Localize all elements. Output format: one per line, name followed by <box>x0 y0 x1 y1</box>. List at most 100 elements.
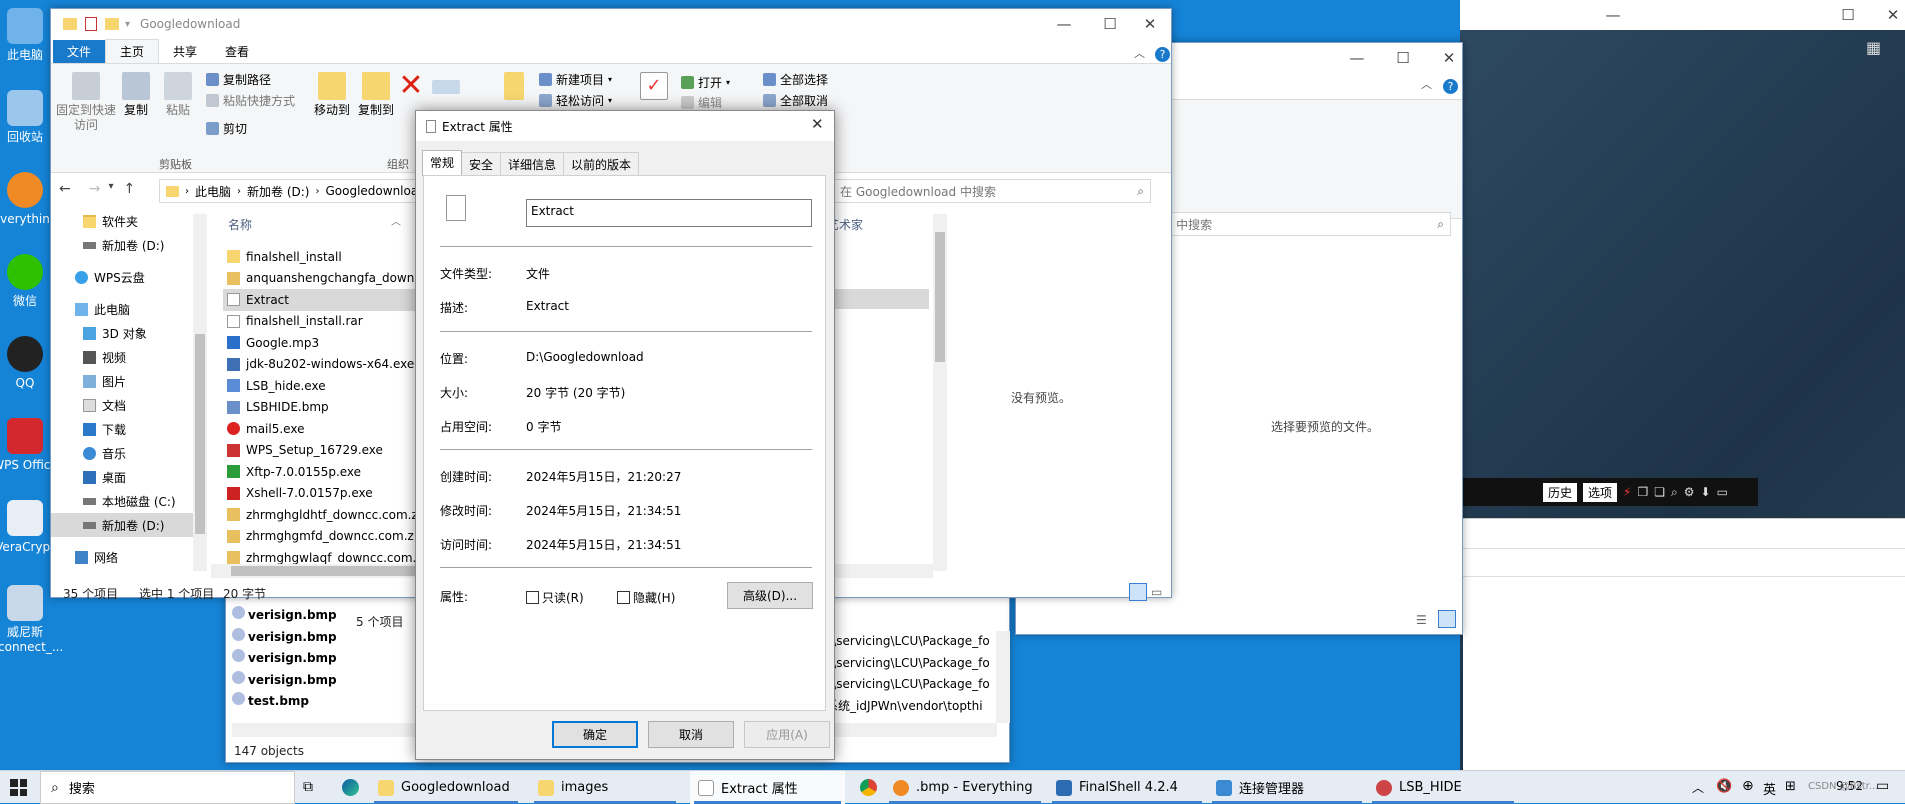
edit-button[interactable]: 编辑 <box>681 94 722 111</box>
up-arrow-icon[interactable]: ↑ <box>124 181 136 197</box>
breadcrumb-this-pc[interactable]: 此电脑 <box>195 183 231 200</box>
grid-view-icon[interactable]: ▦ <box>1866 38 1881 57</box>
tab-home[interactable]: 主页 <box>105 39 160 63</box>
properties-icon[interactable] <box>85 17 97 31</box>
taskbar-item-connection-manager[interactable]: 连接管理器 <box>1208 771 1366 804</box>
ok-button[interactable]: 确定 <box>552 721 638 748</box>
nav-item-music[interactable]: 音乐 <box>51 441 206 465</box>
globe-icon[interactable]: ⊕ <box>1742 778 1754 794</box>
list-item[interactable]: verisign.bmp <box>232 670 337 692</box>
nav-item-software[interactable]: 软件夹 <box>51 209 206 233</box>
window-icon[interactable]: ▭ <box>1717 485 1728 499</box>
list-item[interactable]: verisign.bmp <box>232 605 337 627</box>
taskbar-item-googledownload[interactable]: Googledownload <box>370 771 522 804</box>
paste-button[interactable]: 粘贴 <box>155 72 201 118</box>
download-icon[interactable]: ⬇ <box>1701 485 1711 499</box>
details-view-icon[interactable]: ☰ <box>1416 613 1427 627</box>
hidden-checkbox[interactable]: 隐藏(H) <box>617 589 675 606</box>
nav-item-drive-d[interactable]: 新加卷 (D:) <box>51 233 206 257</box>
new-folder-icon[interactable] <box>105 18 119 30</box>
breadcrumb-drive-d[interactable]: 新加卷 (D:) <box>247 183 309 200</box>
details-view-icon[interactable] <box>1129 583 1147 601</box>
nav-item-downloads[interactable]: 下载 <box>51 417 206 441</box>
close-button[interactable]: ✕ <box>811 115 824 133</box>
nav-item-this-pc[interactable]: 此电脑 <box>51 297 206 321</box>
minimize-button[interactable]: — <box>1590 0 1636 30</box>
nav-item-pictures[interactable]: 图片 <box>51 369 206 393</box>
copy-to-button[interactable]: 复制到 <box>353 72 399 118</box>
advanced-button[interactable]: 高级(D)... <box>727 582 813 609</box>
input-language[interactable]: 英 <box>1763 779 1776 798</box>
select-all-button[interactable]: 全部选择 <box>763 71 828 88</box>
chevron-up-icon[interactable]: ︿ <box>1421 76 1432 92</box>
nav-item-documents[interactable]: 文档 <box>51 393 206 417</box>
gear-icon[interactable]: ⚙ <box>1684 485 1695 499</box>
select-none-button[interactable]: 全部取消 <box>763 92 828 109</box>
edge-icon[interactable] <box>342 779 359 796</box>
file-list-v-scrollbar[interactable] <box>933 214 947 571</box>
close-button[interactable]: ✕ <box>1426 43 1472 73</box>
maximize-button[interactable]: ☐ <box>1825 0 1871 30</box>
start-windows-icon[interactable] <box>10 779 27 796</box>
list-item[interactable]: verisign.bmp <box>232 648 337 670</box>
chevron-up-icon[interactable]: ︿ <box>1692 779 1704 796</box>
paste-icon[interactable]: ❏ <box>1654 485 1665 499</box>
copy-icon[interactable]: ❐ <box>1637 485 1648 499</box>
taskbar-item-extract-properties[interactable]: Extract 属性 <box>690 771 845 804</box>
nav-item-drive-d-selected[interactable]: 新加卷 (D:) <box>51 513 206 537</box>
minimize-button[interactable]: — <box>1041 9 1087 39</box>
vertical-scrollbar[interactable] <box>996 631 1010 723</box>
paste-shortcut-button[interactable]: 粘贴快捷方式 <box>206 92 295 109</box>
copy-path-button[interactable]: 复制路径 <box>206 71 271 88</box>
taskbar-item-images[interactable]: images <box>530 771 680 804</box>
list-item[interactable]: test.bmp <box>232 691 337 713</box>
taskbar-item-everything[interactable]: .bmp - Everything <box>885 771 1045 804</box>
chrome-icon[interactable] <box>860 779 877 796</box>
search-box[interactable]: 在 Googledownload 中搜索 ⌕ <box>821 179 1151 203</box>
copy-button[interactable]: 复制 <box>113 72 159 118</box>
apply-button[interactable]: 应用(A) <box>744 721 830 748</box>
nav-scrollbar[interactable] <box>193 214 207 571</box>
history-button[interactable]: 历史 <box>1543 482 1578 502</box>
tab-share[interactable]: 共享 <box>159 40 211 63</box>
minimize-button[interactable]: — <box>1334 43 1380 73</box>
list-item[interactable]: verisign.bmp <box>232 627 337 649</box>
file-name-field[interactable]: Extract <box>526 199 812 227</box>
taskbar-search[interactable]: ⌕ 搜索 <box>40 771 295 804</box>
nav-item-3d-objects[interactable]: 3D 对象 <box>51 321 206 345</box>
nav-item-desktop[interactable]: 桌面 <box>51 465 206 489</box>
volume-muted-icon[interactable]: 🔇 <box>1716 779 1732 794</box>
new-item-button[interactable]: 新建项目 ▾ <box>539 71 612 88</box>
nav-item-videos[interactable]: 视频 <box>51 345 206 369</box>
maximize-button[interactable]: ☐ <box>1380 43 1426 73</box>
close-button[interactable]: ✕ <box>1127 9 1173 39</box>
options-button[interactable]: 选项 <box>1583 482 1618 502</box>
easy-access-button[interactable]: 轻松访问 ▾ <box>539 92 612 109</box>
move-to-button[interactable]: 移动到 <box>309 72 355 118</box>
properties-button[interactable]: ✓ <box>639 72 669 103</box>
nav-item-drive-c[interactable]: 本地磁盘 (C:) <box>51 489 206 513</box>
forward-arrow-icon[interactable]: → <box>89 181 101 197</box>
task-view-icon[interactable]: ⧉ <box>303 779 313 795</box>
nav-item-wps-cloud[interactable]: WPS云盘 <box>51 265 206 289</box>
chevron-down-icon[interactable]: ▾ <box>125 19 130 30</box>
recent-dropdown-icon[interactable]: ▾ <box>108 181 113 197</box>
nav-item-network[interactable]: 网络 <box>51 545 206 569</box>
notification-icon[interactable]: ▭ <box>1876 778 1889 794</box>
taskbar-item-lsb-hide[interactable]: LSB_HIDE <box>1368 771 1518 804</box>
tab-general[interactable]: 常规 <box>422 150 463 176</box>
delete-button[interactable]: ✕ <box>396 71 426 103</box>
tab-view[interactable]: 查看 <box>211 40 263 63</box>
grid-icon[interactable]: ⊞ <box>1785 779 1796 794</box>
back-arrow-icon[interactable]: ← <box>59 181 71 197</box>
pin-quick-access-button[interactable]: 固定到快速访问 <box>56 72 116 133</box>
help-icon[interactable]: ? <box>1155 47 1170 62</box>
cancel-button[interactable]: 取消 <box>648 721 734 748</box>
new-folder-button[interactable] <box>499 72 529 103</box>
cut-button[interactable]: 剪切 <box>206 120 247 137</box>
search-box[interactable]: s 中搜索 ⌕ <box>1161 212 1451 236</box>
large-icons-view-icon[interactable] <box>1438 610 1456 628</box>
help-icon[interactable]: ? <box>1443 79 1458 94</box>
readonly-checkbox[interactable]: 只读(R) <box>526 589 584 606</box>
chevron-up-icon[interactable]: ︿ <box>1134 45 1145 61</box>
